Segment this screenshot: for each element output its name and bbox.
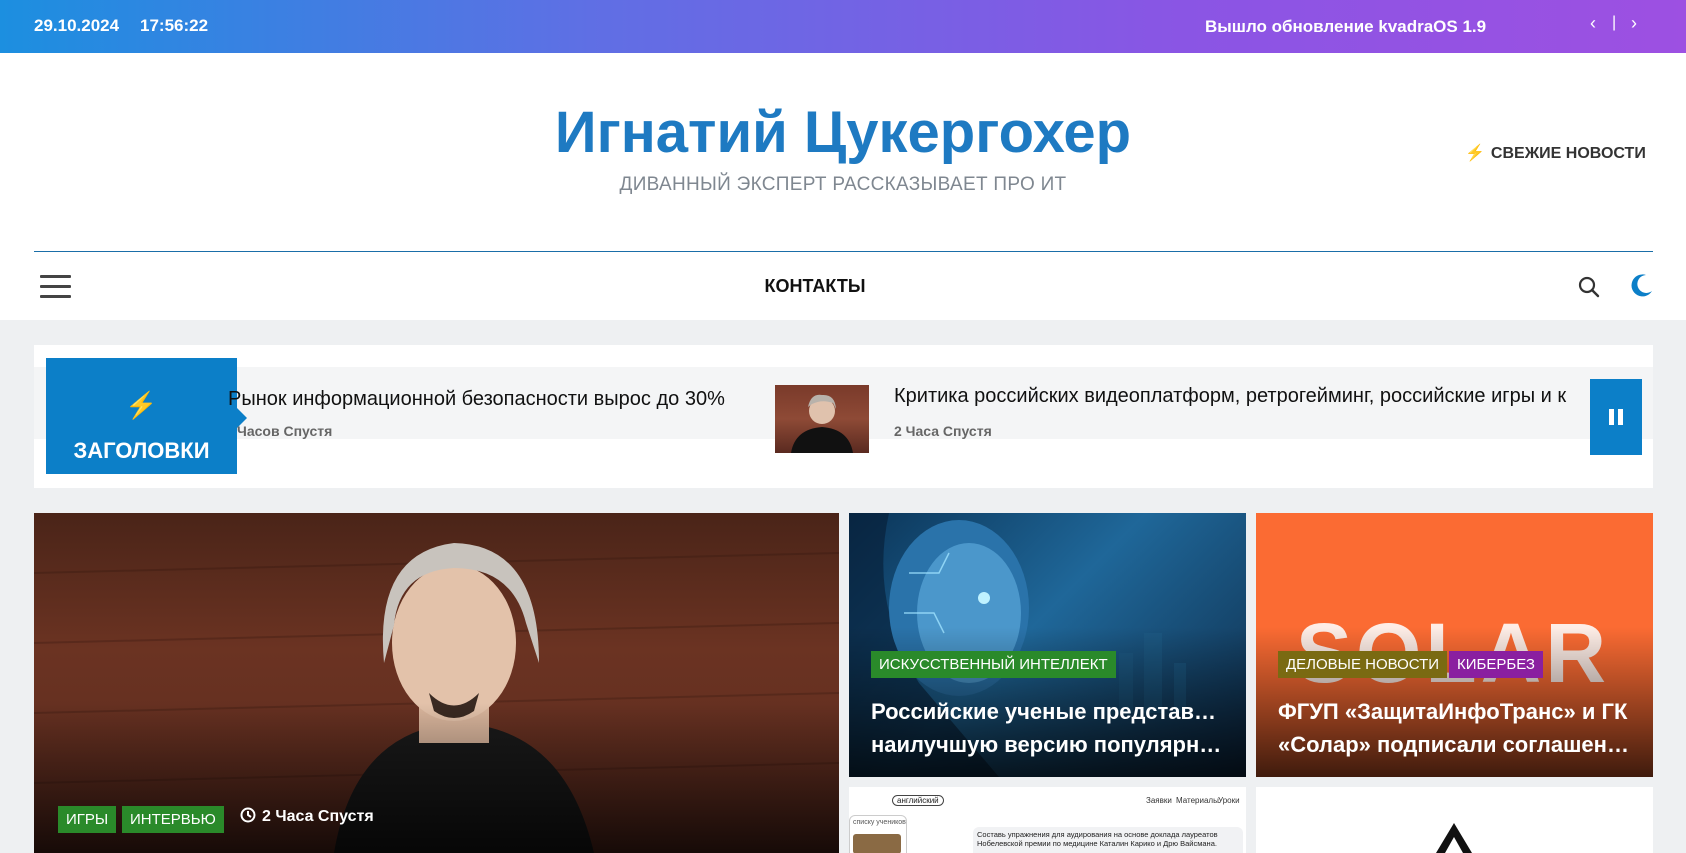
- category-tag[interactable]: КИБЕРБЕЗ: [1449, 651, 1543, 678]
- bolt-icon: ⚡: [125, 390, 158, 420]
- post-card-ai[interactable]: ИСКУССТВЕННЫЙ ИНТЕЛЛЕКТ Российские учены…: [849, 513, 1246, 777]
- current-date: 29.10.2024: [34, 16, 120, 35]
- category-tag[interactable]: ИНТЕРВЬЮ: [122, 806, 224, 833]
- category-tag[interactable]: ИСКУССТВЕННЫЙ ИНТЕЛЛЕКТ: [871, 651, 1116, 678]
- featured-post-card[interactable]: ИГРЫ ИНТЕРВЬЮ 2 Часа Спустя: [34, 513, 839, 853]
- nav-item-contacts[interactable]: КОНТАКТЫ: [0, 276, 1630, 297]
- headlines-ticker: ⚡ ЗАГОЛОВКИ Рынок информационной безопас…: [34, 345, 1653, 488]
- chevron-left-icon[interactable]: ‹: [1590, 13, 1596, 34]
- site-title[interactable]: Игнатий Цукергохер: [0, 99, 1686, 166]
- post-title[interactable]: ФГУП «ЗащитаИнфоТранс» и ГК «Солар» подп…: [1278, 695, 1633, 761]
- post-card-solar[interactable]: SOLAR ДЕЛОВЫЕ НОВОСТИ КИБЕРБЕЗ ФГУП «Защ…: [1256, 513, 1653, 777]
- ticker-item-title-clip: Критика российских видеоплатформ, ретрог…: [894, 385, 1614, 415]
- ticker-item-time: Часов Спустя: [237, 423, 333, 439]
- post-title[interactable]: Российские ученые представили наилучшую …: [871, 695, 1226, 761]
- search-icon[interactable]: [1577, 275, 1601, 299]
- site-header: Игнатий Цукергохер ДИВАННЫЙ ЭКСПЕРТ РАСС…: [0, 53, 1686, 320]
- pause-button[interactable]: [1590, 379, 1642, 455]
- category-tag[interactable]: ДЕЛОВЫЕ НОВОСТИ: [1278, 651, 1448, 678]
- current-time: 17:56:22: [140, 16, 209, 35]
- ticker-item-title[interactable]: Рынок информационной безопасности вырос …: [228, 388, 725, 411]
- app-sidebar-label: списку учеников: [853, 819, 906, 826]
- post-title-line: «Солар» подписали соглашение…: [1278, 732, 1633, 757]
- bolt-icon: ⚡: [1465, 145, 1485, 162]
- nav-separator: |: [1612, 14, 1617, 31]
- post-title-line: Российские ученые представили: [871, 699, 1226, 724]
- fresh-news-link[interactable]: ⚡ СВЕЖИЕ НОВОСТИ: [1465, 143, 1646, 163]
- site-tagline: ДИВАННЫЙ ЭКСПЕРТ РАССКАЗЫВАЕТ ПРО ИТ: [619, 174, 1067, 195]
- post-title-line: ФГУП «ЗащитаИнфоТранс» и ГК: [1278, 699, 1628, 724]
- app-menu-item: Уроки: [1218, 796, 1240, 805]
- post-card-logo[interactable]: [1256, 787, 1653, 853]
- app-thumbnail: [853, 834, 901, 853]
- post-card-english[interactable]: английский Заявки Материалы Уроки списку…: [849, 787, 1246, 853]
- app-prompt-text: Составь упражнения для аудирования на ос…: [977, 830, 1218, 848]
- ticker-label: ЗАГОЛОВКИ: [73, 438, 210, 463]
- app-menu-item: Материалы: [1176, 796, 1219, 805]
- top-news-headline[interactable]: Вышло обновление kvadraOS 1.9: [1205, 17, 1486, 37]
- ticker-label-box: ⚡ ЗАГОЛОВКИ: [46, 358, 247, 474]
- nav-divider: [34, 251, 1653, 252]
- post-time: 2 Часа Спустя: [240, 807, 374, 826]
- triangle-logo-icon: [1436, 823, 1472, 853]
- clock-icon: [240, 807, 256, 823]
- app-menu-item: Заявки: [1146, 796, 1172, 805]
- top-bar: 29.10.2024 17:56:22 Вышло обновление kva…: [0, 0, 1686, 53]
- chevron-right-icon[interactable]: ›: [1631, 13, 1637, 34]
- ticker-item-time: 2 Часа Спустя: [894, 423, 992, 439]
- ticker-item-title[interactable]: Критика российских видеоплатформ, ретрог…: [894, 385, 1566, 407]
- language-chip: английский: [892, 795, 944, 806]
- category-tag[interactable]: ИГРЫ: [58, 806, 117, 833]
- ticker-item-thumbnail[interactable]: [775, 385, 869, 453]
- post-title-line: наилучшую версию популярног…: [871, 732, 1226, 757]
- fresh-news-label: СВЕЖИЕ НОВОСТИ: [1490, 145, 1646, 162]
- post-time-label: 2 Часа Спустя: [262, 808, 374, 825]
- moon-icon[interactable]: [1628, 271, 1656, 299]
